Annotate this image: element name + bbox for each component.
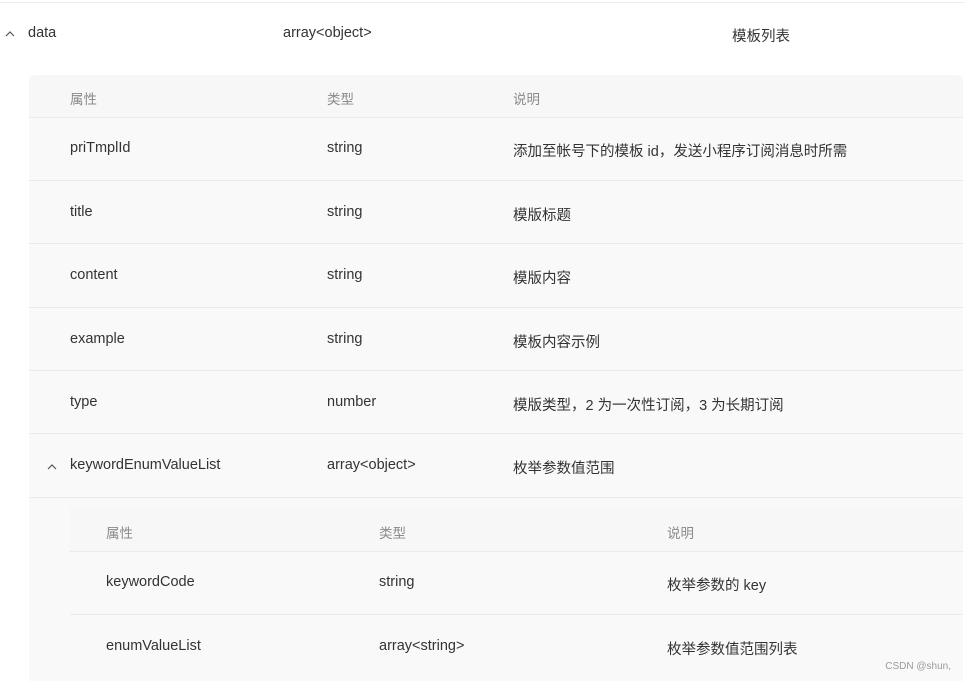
table-row: content string 模版内容	[29, 244, 963, 308]
param-name: content	[70, 267, 118, 283]
param-type: string	[327, 331, 363, 347]
param-desc: 枚举参数值范围列表	[667, 642, 798, 658]
chevron-up-icon[interactable]	[3, 27, 17, 41]
nested-table-keywordEnumValueList: 属性 类型 说明 keywordCode string 枚举参数的 key en…	[70, 507, 963, 681]
param-name: example	[70, 331, 125, 347]
param-desc: 模板列表	[732, 29, 790, 45]
table-row-expandable: keywordEnumValueList array<object> 枚举参数值…	[29, 434, 963, 498]
param-desc: 模版类型，2 为一次性订阅，3 为长期订阅	[513, 398, 784, 414]
param-desc: 枚举参数值范围	[513, 461, 615, 477]
param-type: string	[379, 574, 415, 590]
table-row: example string 模板内容示例	[29, 308, 963, 371]
chevron-up-icon[interactable]	[45, 460, 59, 474]
table-row: enumValueList array<string> 枚举参数值范围列表	[70, 615, 963, 681]
param-type: string	[327, 140, 363, 156]
param-name: priTmplId	[70, 140, 131, 156]
table-header: 属性 类型 说明	[29, 75, 963, 118]
table-row: keywordCode string 枚举参数的 key	[70, 551, 963, 615]
header-type: 类型	[327, 92, 354, 107]
param-name: data	[28, 25, 57, 41]
header-type: 类型	[379, 526, 406, 541]
param-type: string	[327, 267, 363, 283]
param-desc: 枚举参数的 key	[667, 578, 767, 594]
header-name: 属性	[70, 92, 97, 107]
param-desc: 添加至帐号下的模板 id，发送小程序订阅消息时所需	[513, 144, 848, 160]
param-type: array<object>	[283, 25, 372, 41]
param-name: keywordEnumValueList	[70, 457, 221, 473]
table-row: title string 模版标题	[29, 181, 963, 244]
param-type: array<object>	[327, 457, 416, 473]
watermark: CSDN @shun,	[885, 661, 951, 672]
table-row: priTmplId string 添加至帐号下的模板 id，发送小程序订阅消息时…	[29, 117, 963, 181]
param-desc: 模版内容	[513, 271, 571, 287]
table-header: 属性 类型 说明	[70, 507, 963, 552]
param-type: string	[327, 204, 363, 220]
param-name: keywordCode	[106, 574, 195, 590]
table-row: type number 模版类型，2 为一次性订阅，3 为长期订阅	[29, 371, 963, 434]
header-name: 属性	[106, 526, 133, 541]
param-name: enumValueList	[106, 638, 201, 654]
param-name: title	[70, 204, 93, 220]
param-name: type	[70, 394, 98, 410]
nested-table-data: 属性 类型 说明 priTmplId string 添加至帐号下的模板 id，发…	[29, 75, 963, 681]
top-divider	[0, 2, 965, 3]
param-desc: 模板内容示例	[513, 335, 600, 351]
header-desc: 说明	[513, 92, 540, 107]
param-row-data: data array<object> 模板列表	[0, 14, 965, 54]
header-desc: 说明	[667, 526, 694, 541]
param-type: number	[327, 394, 377, 410]
param-type: array<string>	[379, 638, 465, 654]
param-desc: 模版标题	[513, 208, 571, 224]
